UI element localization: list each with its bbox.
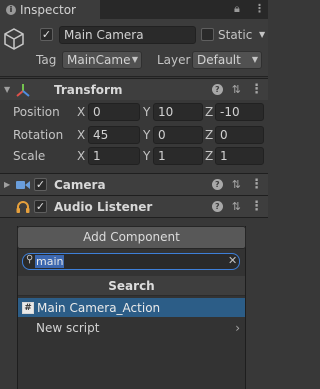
position-label: Position — [13, 105, 60, 119]
tab-title: Inspector — [20, 2, 76, 17]
scale-x-field[interactable]: 1 — [88, 147, 140, 165]
camera-icon — [16, 181, 30, 189]
scale-z-axis[interactable]: Z — [205, 149, 213, 163]
object-active-checkbox[interactable]: ✓ — [40, 28, 53, 41]
component-title: Transform — [54, 82, 123, 97]
component-title: Audio Listener — [54, 199, 153, 214]
position-x-axis[interactable]: X — [77, 105, 85, 119]
tag-dropdown[interactable]: MainCame ▼ — [62, 51, 142, 69]
component-divider — [0, 217, 268, 218]
rotation-label: Rotation — [13, 128, 64, 142]
info-icon: i — [6, 4, 16, 15]
rotation-y-field[interactable]: 0 — [153, 126, 203, 144]
rotation-z-axis[interactable]: Z — [205, 128, 213, 142]
rotation-y-axis[interactable]: Y — [143, 128, 150, 142]
search-value: main — [35, 255, 65, 268]
presets-icon[interactable]: ⇅ — [232, 178, 241, 191]
scale-y-field[interactable]: 1 — [153, 147, 203, 165]
add-component-button[interactable]: Add Component — [17, 226, 246, 249]
result-label: Main Camera_Action — [37, 300, 161, 315]
foldout-arrow-icon[interactable]: ▼ — [4, 85, 10, 94]
kebab-menu-icon[interactable]: ⋮ — [250, 82, 263, 97]
lock-icon[interactable]: 🔒︎ — [234, 2, 240, 16]
scale-y-axis[interactable]: Y — [143, 149, 150, 163]
static-dropdown-arrow[interactable]: ▼ — [259, 30, 265, 39]
camera-header[interactable]: ▶ ✓ Camera ? ⇅ ⋮ — [0, 173, 268, 195]
scale-z-field[interactable]: 1 — [215, 147, 264, 165]
transform-header[interactable]: ▼ Transform ? ⇅ ⋮ — [0, 78, 268, 100]
audio-listener-header[interactable]: ✓ Audio Listener ? ⇅ ⋮ — [0, 195, 268, 217]
rotation-z-field[interactable]: 0 — [215, 126, 264, 144]
position-z-axis[interactable]: Z — [205, 105, 213, 119]
kebab-menu-icon[interactable]: ⋮ — [254, 2, 265, 15]
camera-enabled-checkbox[interactable]: ✓ — [34, 178, 47, 191]
clear-icon[interactable]: ✕ — [228, 254, 237, 267]
cube-icon — [4, 28, 24, 50]
presets-icon[interactable]: ⇅ — [232, 200, 241, 213]
tag-value: MainCame — [67, 53, 131, 67]
result-item-selected[interactable]: # Main Camera_Action — [18, 298, 245, 317]
presets-icon[interactable]: ⇅ — [232, 83, 241, 96]
chevron-down-icon: ▼ — [131, 55, 138, 64]
audio-listener-enabled-checkbox[interactable]: ✓ — [34, 200, 47, 213]
position-x-field[interactable]: 0 — [88, 103, 140, 121]
layer-value: Default — [197, 53, 241, 67]
static-checkbox[interactable] — [201, 28, 214, 41]
help-icon[interactable]: ? — [211, 179, 223, 190]
tab-inspector[interactable]: i Inspector — [0, 0, 100, 19]
component-title: Camera — [54, 177, 106, 192]
chevron-right-icon: › — [235, 320, 240, 335]
position-y-axis[interactable]: Y — [143, 105, 150, 119]
layer-dropdown[interactable]: Default ▼ — [192, 51, 262, 69]
kebab-menu-icon[interactable]: ⋮ — [250, 177, 263, 192]
kebab-menu-icon[interactable]: ⋮ — [250, 199, 263, 214]
object-name-input[interactable]: Main Camera — [59, 26, 196, 44]
static-label: Static — [218, 28, 253, 42]
headphones-icon — [16, 201, 30, 213]
result-item[interactable]: New script › — [18, 318, 245, 337]
chevron-down-icon: ▼ — [251, 55, 258, 64]
tag-label: Tag — [36, 53, 57, 67]
scale-x-axis[interactable]: X — [77, 149, 85, 163]
help-icon[interactable]: ? — [211, 201, 223, 212]
transform-axes-icon — [16, 84, 30, 97]
search-icon: ⚲ — [26, 254, 34, 265]
result-label: New script — [36, 320, 100, 335]
foldout-arrow-icon[interactable]: ▶ — [4, 180, 10, 189]
help-icon[interactable]: ? — [211, 84, 223, 95]
rotation-x-field[interactable]: 45 — [88, 126, 140, 144]
script-icon: # — [22, 301, 34, 314]
layer-label: Layer — [157, 53, 191, 67]
search-section-title: Search — [18, 276, 245, 296]
scale-label: Scale — [13, 149, 46, 163]
position-z-field[interactable]: -10 — [215, 103, 264, 121]
position-y-field[interactable]: 10 — [153, 103, 203, 121]
rotation-x-axis[interactable]: X — [77, 128, 85, 142]
